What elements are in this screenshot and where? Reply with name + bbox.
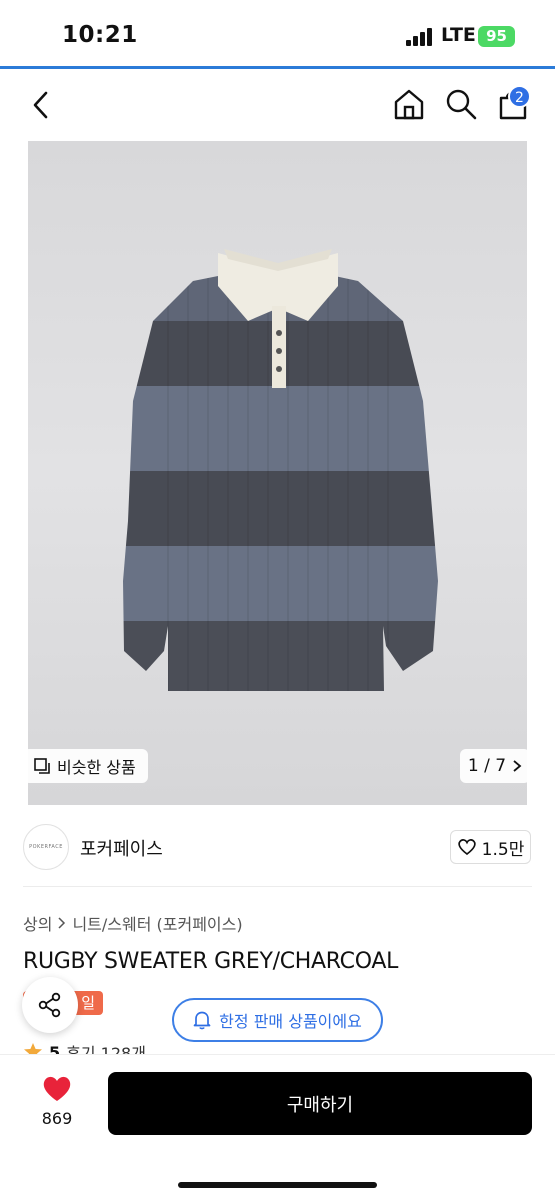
breadcrumb-item[interactable]: 상의 [23, 911, 52, 935]
image-counter[interactable]: 1 / 7 [460, 749, 530, 783]
cart-count-badge: 2 [508, 85, 531, 108]
brand-name[interactable]: 포커페이스 [80, 835, 163, 861]
network-label: LTE [441, 24, 476, 46]
brand-logo-text: POKERFACE [29, 844, 63, 850]
product-title: RUGBY SWEATER GREY/CHARCOAL [23, 949, 399, 974]
wishlist-count: 869 [41, 1109, 73, 1128]
status-time: 10:21 [62, 22, 138, 48]
home-icon[interactable] [392, 87, 426, 121]
home-indicator [178, 1182, 377, 1188]
heart-outline-icon [457, 839, 476, 856]
section-divider [23, 886, 532, 887]
image-counter-text: 1 / 7 [467, 756, 507, 776]
share-button[interactable] [22, 977, 78, 1033]
brand-like-count: 1.5만 [481, 839, 525, 860]
top-nav: 2 [0, 69, 555, 141]
bell-icon [193, 1011, 211, 1030]
breadcrumb-item[interactable]: 니트/스웨터 (포커페이스) [72, 911, 242, 935]
buy-button[interactable]: 구매하기 [108, 1072, 532, 1135]
similar-icon [34, 758, 50, 774]
similar-products-label: 비슷한 상품 [57, 758, 136, 777]
signal-icon [406, 28, 432, 46]
search-icon[interactable] [444, 87, 478, 121]
breadcrumb: 상의 니트/스웨터 (포커페이스) [23, 911, 243, 935]
wishlist-button[interactable]: 869 [30, 1075, 84, 1128]
chevron-right-icon [58, 917, 66, 929]
limited-sale-label: 한정 판매 상품이에요 [219, 1012, 362, 1031]
product-image[interactable] [28, 141, 527, 805]
bottom-action-bar: 869 구매하기 [0, 1054, 555, 1200]
brand-like-button[interactable]: 1.5만 [450, 830, 531, 864]
back-icon[interactable] [28, 89, 56, 121]
similar-products-button[interactable]: 비슷한 상품 [23, 749, 148, 783]
status-bar: 10:21 LTE 95 [0, 0, 555, 66]
heart-filled-icon [43, 1076, 71, 1101]
battery-indicator: 95 [478, 26, 515, 47]
sweater-illustration [123, 249, 438, 691]
chevron-right-icon [513, 760, 522, 772]
limited-sale-notice[interactable]: 한정 판매 상품이에요 [172, 998, 383, 1042]
brand-logo[interactable]: POKERFACE [23, 824, 69, 870]
share-icon [38, 992, 61, 1018]
brand-row: POKERFACE 포커페이스 1.5만 [0, 822, 555, 886]
